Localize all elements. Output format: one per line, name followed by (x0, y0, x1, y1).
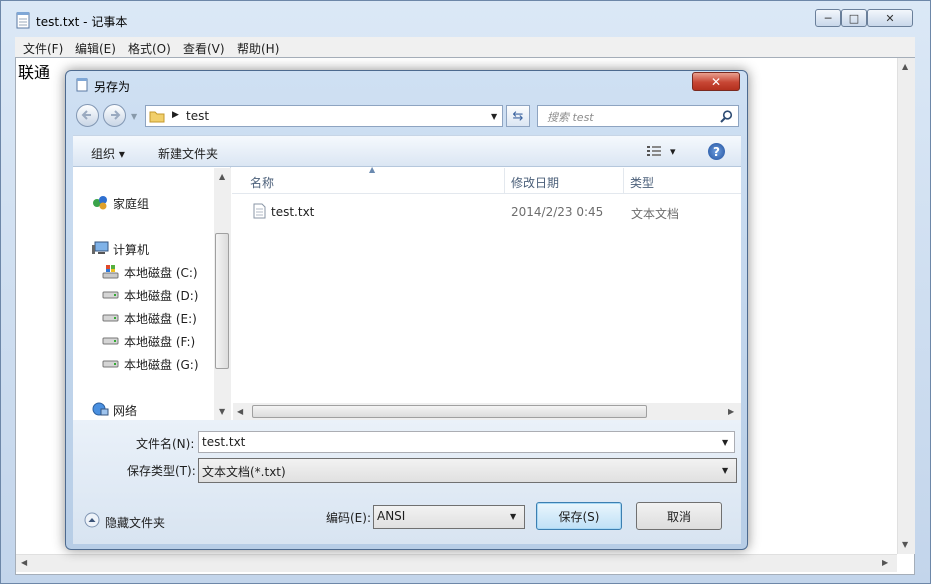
filename-input[interactable]: test.txt ▼ (198, 431, 735, 453)
vertical-scrollbar[interactable]: ▲ ▼ (897, 58, 915, 554)
chevron-up-icon (84, 512, 100, 528)
menu-format[interactable]: 格式(O) (128, 40, 171, 57)
view-options-icon[interactable] (646, 145, 662, 158)
dialog-close-button[interactable]: ✕ (692, 72, 740, 91)
encoding-label: 编码(E): (326, 511, 371, 525)
savetype-select[interactable]: 文本文档(*.txt) ▼ (198, 458, 737, 483)
drive-icon (102, 337, 119, 345)
scroll-right-icon[interactable]: ▶ (728, 407, 734, 416)
refresh-button[interactable]: ⇆ (506, 105, 530, 127)
breadcrumb-separator-icon[interactable]: ▶ (172, 110, 179, 120)
file-scroll-thumb[interactable] (252, 405, 647, 418)
menu-view[interactable]: 查看(V) (183, 40, 225, 57)
refresh-icon: ⇆ (512, 108, 524, 124)
computer-icon (92, 241, 109, 254)
address-bar[interactable]: ▶ test ▼ (145, 105, 503, 127)
menu-help[interactable]: 帮助(H) (237, 40, 279, 57)
drive-icon (102, 291, 119, 299)
breadcrumb-folder[interactable]: test (186, 109, 209, 123)
system-drive-icon (102, 265, 119, 279)
hide-folders-label: 隐藏文件夹 (105, 516, 166, 530)
file-name: test.txt (271, 205, 315, 219)
savetype-label: 保存类型(T): (127, 464, 196, 478)
nav-drive-label: 本地磁盘 (D:) (124, 289, 199, 303)
scroll-left-icon[interactable]: ◀ (237, 407, 243, 416)
nav-homegroup-label: 家庭组 (113, 197, 150, 211)
nav-drive-label: 本地磁盘 (G:) (124, 358, 199, 372)
folder-icon (149, 111, 165, 123)
dialog-title: 另存为 (94, 80, 131, 94)
back-arrow-icon (81, 110, 91, 120)
new-folder-button[interactable]: 新建文件夹 (158, 145, 218, 162)
nav-scroll-thumb[interactable] (215, 233, 229, 369)
search-placeholder: 搜索 test (547, 111, 594, 124)
filename-label: 文件名(N): (136, 437, 195, 451)
nav-drive-label: 本地磁盘 (E:) (124, 312, 197, 326)
encoding-select[interactable]: ANSI ▼ (373, 505, 525, 529)
maximize-button[interactable]: □ (841, 9, 867, 27)
forward-arrow-icon (111, 110, 121, 120)
file-type: 文本文档 (631, 207, 680, 221)
menu-edit[interactable]: 编辑(E) (75, 40, 116, 57)
back-button[interactable] (76, 104, 99, 127)
scroll-left-icon[interactable]: ◀ (21, 558, 27, 567)
homegroup-icon (93, 196, 107, 210)
minimize-button[interactable]: ─ (815, 9, 841, 27)
scroll-up-icon[interactable]: ▲ (902, 62, 908, 71)
menu-bar: 文件(F) 编辑(E) 格式(O) 查看(V) 帮助(H) (15, 37, 915, 58)
search-icon (720, 110, 733, 123)
view-dropdown-chevron-down-icon[interactable]: ▾ (670, 145, 676, 158)
organize-button[interactable]: 组织 ▾ (91, 145, 125, 162)
encoding-value: ANSI (377, 509, 406, 523)
window-title: test.txt - 记事本 (36, 15, 128, 29)
nav-computer-label: 计算机 (113, 243, 150, 257)
menu-file[interactable]: 文件(F) (23, 40, 63, 57)
column-header-row (232, 168, 741, 194)
file-modified: 2014/2/23 0:45 (511, 205, 604, 219)
nav-drive-label: 本地磁盘 (F:) (124, 335, 196, 349)
savetype-value: 文本文档(*.txt) (202, 465, 286, 479)
savetype-chevron-down-icon[interactable]: ▼ (722, 466, 728, 475)
filename-value: test.txt (202, 435, 246, 449)
help-icon[interactable]: ? (708, 143, 725, 160)
address-dropdown-chevron-down-icon[interactable]: ▼ (491, 112, 497, 121)
scroll-down-icon[interactable]: ▼ (219, 407, 225, 416)
text-file-icon (253, 203, 266, 219)
recent-pages-chevron-down-icon[interactable]: ▼ (131, 112, 137, 121)
save-button[interactable]: 保存(S) (536, 502, 622, 530)
horizontal-scrollbar[interactable]: ◀ ▶ (16, 554, 897, 572)
nav-network-label: 网络 (113, 404, 138, 418)
column-name[interactable]: 名称 (250, 174, 274, 191)
column-divider[interactable] (504, 168, 505, 194)
column-divider[interactable] (623, 168, 624, 194)
encoding-chevron-down-icon[interactable]: ▼ (510, 512, 516, 521)
column-modified[interactable]: 修改日期 (511, 174, 559, 191)
drive-icon (102, 360, 119, 368)
editor-content: 联通 (18, 63, 51, 82)
nav-drive-label: 本地磁盘 (C:) (124, 266, 198, 280)
notepad-icon (16, 12, 30, 29)
file-row[interactable]: test.txt 2014/2/23 0:45 文本文档 (250, 202, 730, 222)
forward-button[interactable] (103, 104, 126, 127)
close-button[interactable]: ✕ (867, 9, 913, 27)
command-toolbar: 组织 ▾ 新建文件夹 ▾ ? (73, 135, 741, 167)
filename-chevron-down-icon[interactable]: ▼ (722, 438, 728, 447)
network-icon (92, 402, 109, 416)
drive-icon (102, 314, 119, 322)
scroll-down-icon[interactable]: ▼ (902, 540, 908, 549)
notepad-icon (76, 78, 88, 92)
sort-ascending-icon: ▲ (369, 165, 376, 174)
column-type[interactable]: 类型 (630, 174, 654, 191)
cancel-button[interactable]: 取消 (636, 502, 722, 530)
scroll-right-icon[interactable]: ▶ (882, 558, 888, 567)
scroll-up-icon[interactable]: ▲ (219, 172, 225, 181)
